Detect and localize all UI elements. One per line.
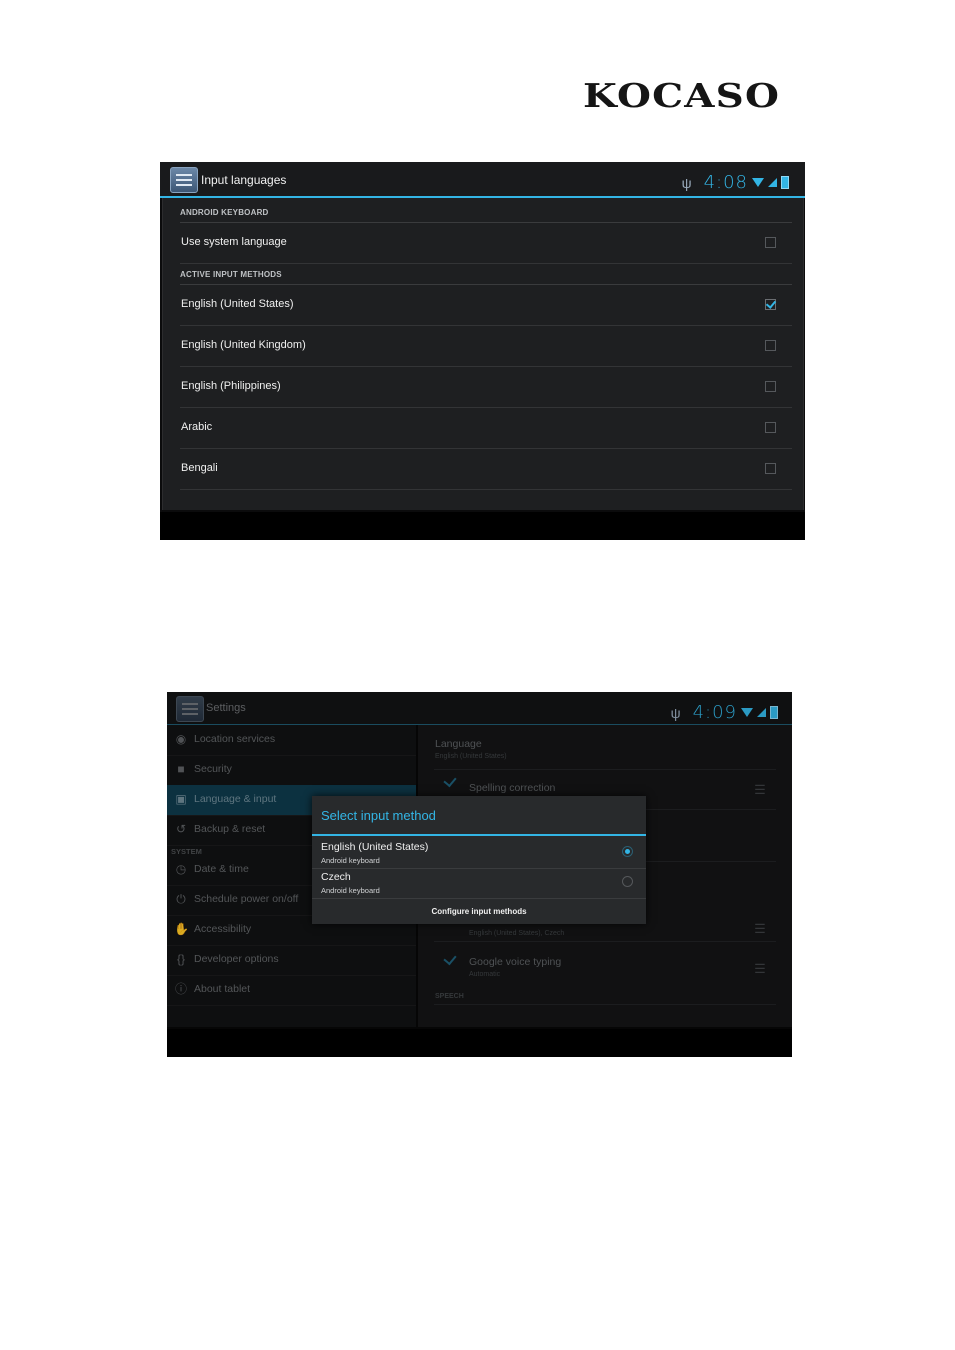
list-item-label: English (United States)	[181, 298, 294, 310]
clock: 4:08	[703, 172, 748, 193]
checkbox[interactable]	[765, 463, 776, 474]
checkbox[interactable]	[765, 422, 776, 433]
wifi-icon	[752, 178, 764, 187]
option-subtitle: Android keyboard	[321, 856, 380, 865]
list-item-use-system-language[interactable]: Use system language	[180, 223, 792, 264]
usb-icon: ψ	[681, 174, 692, 191]
system-navigation-bar	[167, 1029, 792, 1057]
option-subtitle: Android keyboard	[321, 886, 380, 895]
list-item-label: English (United Kingdom)	[181, 339, 306, 351]
list-item-label: English (Philippines)	[181, 380, 281, 392]
action-bar: Input languages ψ 4:08	[160, 162, 805, 198]
checkbox[interactable]	[765, 237, 776, 248]
list-item-english-uk[interactable]: English (United Kingdom)	[180, 326, 792, 367]
page-title: Input languages	[201, 173, 287, 187]
radio-selected[interactable]	[622, 846, 633, 857]
select-input-method-dialog: Select input method English (United Stat…	[312, 796, 646, 924]
settings-app-icon[interactable]	[170, 167, 198, 193]
input-method-option-czech[interactable]: Czech Android keyboard	[312, 868, 646, 899]
settings-screenshot: Settings ψ 4:09 ◉ Location services ■ Se…	[167, 692, 792, 1057]
status-bar: ψ 4:08	[682, 172, 789, 193]
input-languages-list: ANDROID KEYBOARD Use system language ACT…	[162, 198, 804, 510]
list-item-arabic[interactable]: Arabic	[180, 408, 792, 449]
section-header-active-input-methods: ACTIVE INPUT METHODS	[180, 270, 792, 285]
checkbox[interactable]	[765, 340, 776, 351]
radio-unselected[interactable]	[622, 876, 633, 887]
list-item-english-philippines[interactable]: English (Philippines)	[180, 367, 792, 408]
section-header-android-keyboard: ANDROID KEYBOARD	[180, 208, 792, 223]
signal-icon	[768, 178, 777, 187]
list-item-label: Use system language	[181, 236, 287, 248]
checkbox[interactable]	[765, 381, 776, 392]
kocaso-logo: KOCASO	[583, 76, 781, 115]
list-item-bengali[interactable]: Bengali	[180, 449, 792, 490]
checkbox-checked[interactable]	[765, 299, 776, 310]
battery-icon	[781, 176, 789, 189]
input-languages-screenshot: Input languages ψ 4:08 ANDROID KEYBOARD …	[160, 162, 805, 540]
option-name: Czech	[321, 871, 351, 883]
input-method-option-english-us[interactable]: English (United States) Android keyboard	[312, 838, 646, 869]
list-item-english-us[interactable]: English (United States)	[180, 285, 792, 326]
list-item-label: Bengali	[181, 462, 218, 474]
dialog-title: Select input method	[321, 808, 436, 823]
option-name: English (United States)	[321, 841, 429, 853]
configure-input-methods-button[interactable]: Configure input methods	[312, 900, 646, 924]
list-item-label: Arabic	[181, 421, 213, 433]
dialog-title-divider	[312, 834, 646, 836]
system-navigation-bar	[160, 512, 805, 540]
